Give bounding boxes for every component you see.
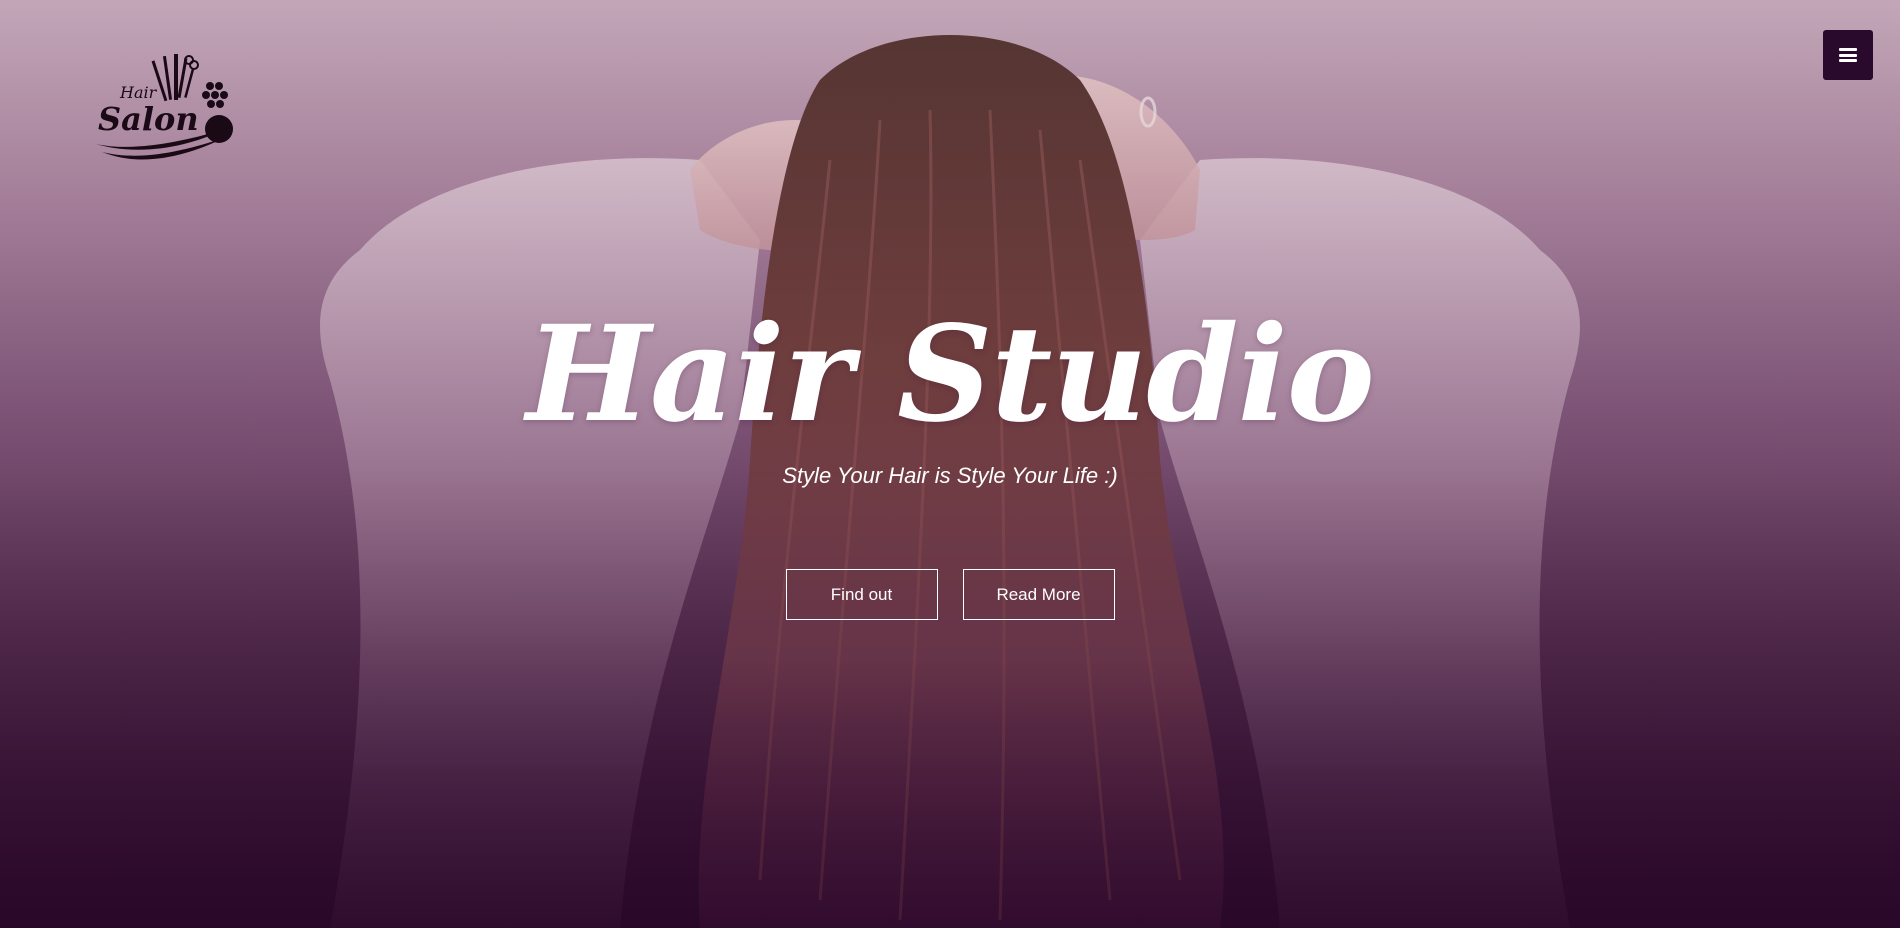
hero-section: Hair Salon Hair Studio Style Your Hair i… <box>0 0 1900 928</box>
hero-title: Hair Studio <box>526 297 1375 452</box>
menu-button[interactable] <box>1823 30 1873 80</box>
hero-subtitle: Style Your Hair is Style Your Life :) <box>782 463 1118 488</box>
hero-actions: Find out Read More <box>0 569 1900 620</box>
hamburger-icon <box>1839 48 1857 62</box>
hair-salon-logo[interactable]: Hair Salon <box>92 52 242 162</box>
find-out-button[interactable]: Find out <box>785 569 938 620</box>
logo-salon-text: Salon <box>98 100 199 138</box>
read-more-button[interactable]: Read More <box>962 569 1115 620</box>
hair-salon-logo-graphic: Hair Salon <box>96 54 233 160</box>
hero-content: Hair Studio Style Your Hair is Style You… <box>0 300 1900 490</box>
